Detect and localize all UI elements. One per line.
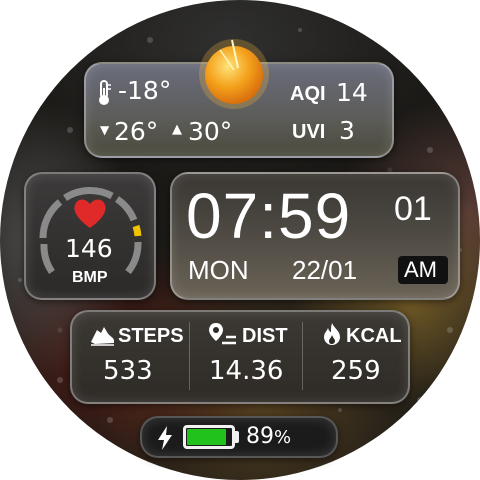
shoe-icon xyxy=(91,327,114,346)
battery-percent-sign: % xyxy=(274,427,292,448)
heart-rate-unit: BMP xyxy=(72,269,108,286)
flame-icon xyxy=(324,323,340,345)
steps-label: STEPS xyxy=(118,325,184,347)
steps-value: 533 xyxy=(103,356,153,386)
heart-icon xyxy=(74,199,106,228)
time-display: 07:59 xyxy=(186,180,352,252)
uvi-value: 3 xyxy=(339,116,355,145)
high-temperature: 30° xyxy=(188,117,233,146)
kcal-label: KCAL xyxy=(346,325,402,347)
current-temperature: -18° xyxy=(118,76,172,105)
battery-percent: 89% xyxy=(246,426,291,448)
sun-icon xyxy=(199,39,269,109)
date-display: 22/01 xyxy=(292,255,358,285)
distance-pin-icon xyxy=(209,323,236,345)
low-temperature: 26° xyxy=(114,117,159,146)
uvi-label: UVI xyxy=(292,121,326,143)
distance-label: DIST xyxy=(242,325,288,347)
charging-bolt-icon xyxy=(158,426,172,450)
stats-divider xyxy=(302,322,303,390)
aqi-value: 14 xyxy=(336,78,368,107)
heart-rate-value: 146 xyxy=(65,234,113,263)
distance-value: 14.36 xyxy=(209,356,284,386)
battery-cap xyxy=(235,431,239,443)
ampm-label: AM xyxy=(404,257,437,282)
weekday-display: MON xyxy=(188,255,249,285)
low-temp-arrow-icon: ▼ xyxy=(100,123,110,137)
kcal-value: 259 xyxy=(331,356,381,386)
thermometer-icon xyxy=(99,80,111,105)
battery-level-fill xyxy=(187,429,226,445)
high-temp-arrow-icon: ▲ xyxy=(172,122,182,137)
seconds-display: 01 xyxy=(394,190,432,228)
battery-percent-value: 89 xyxy=(246,424,274,449)
aqi-label: AQI xyxy=(290,83,326,105)
stats-divider xyxy=(189,322,190,390)
